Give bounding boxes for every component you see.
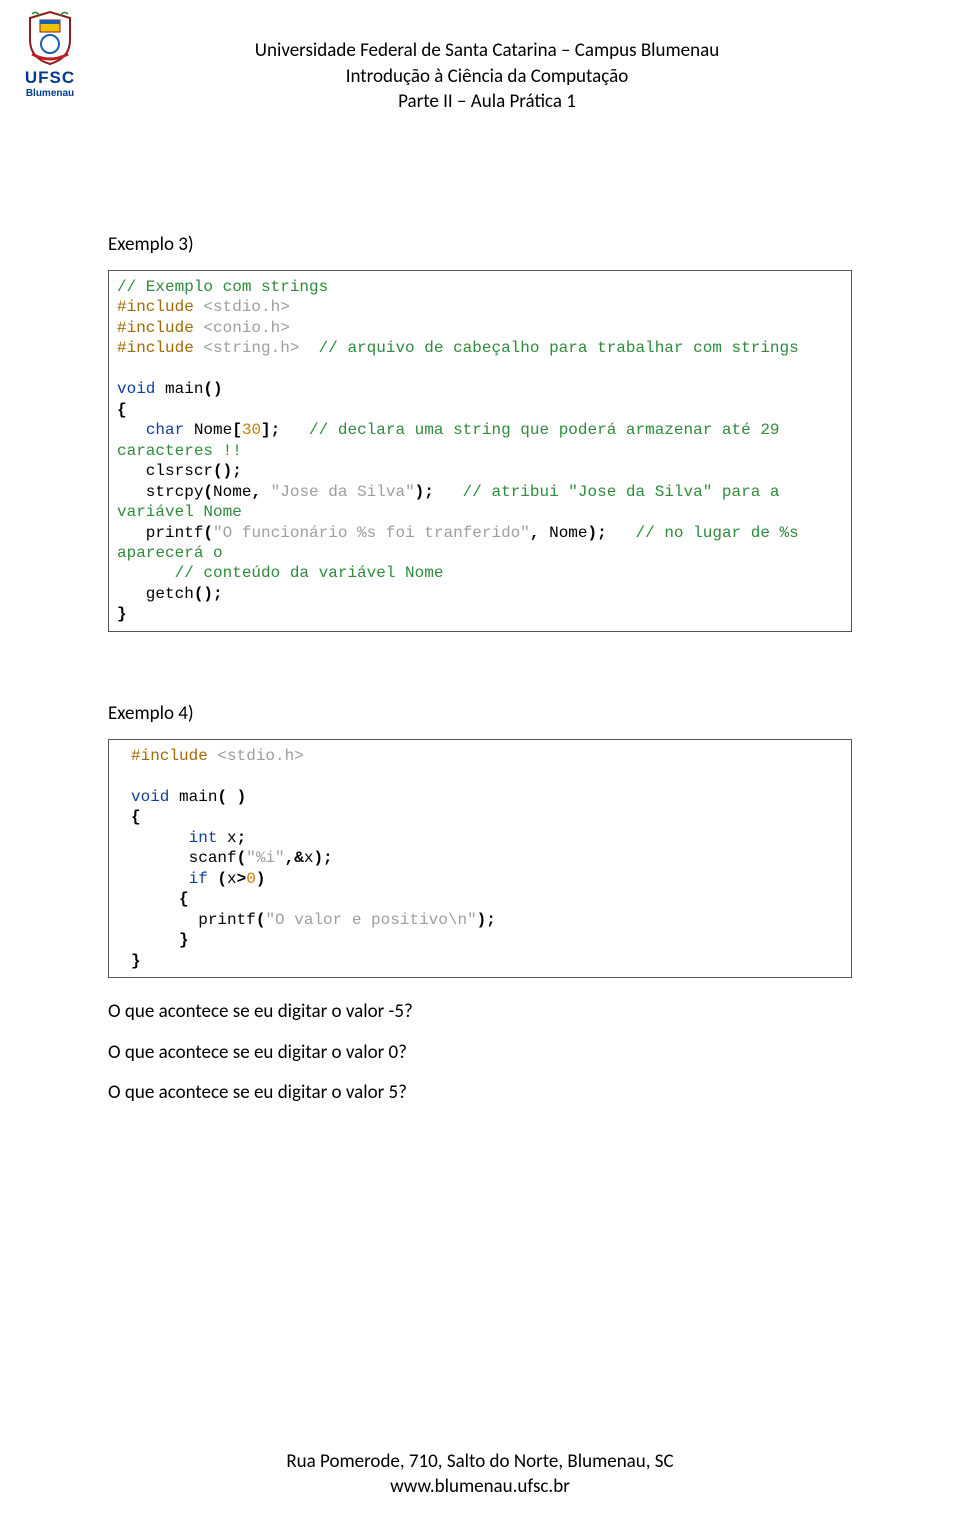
example3-label: Exemplo 3) [108, 233, 852, 256]
code-line: ( ) [217, 788, 246, 806]
code-line: ( [256, 911, 266, 929]
code-line: [ [232, 421, 242, 439]
header-line1: Universidade Federal de Santa Catarina –… [94, 38, 880, 64]
code-line: ) [256, 870, 266, 888]
code-line: // arquivo de cabeçalho para trabalhar c… [299, 339, 798, 357]
code-line: ); [588, 524, 607, 542]
code-line: main [169, 788, 217, 806]
code-line: // no lugar de %s [607, 524, 799, 542]
code-line: // declara uma string que poderá armazen… [280, 421, 779, 439]
code-box-3: // Exemplo com strings #include <stdio.h… [108, 270, 852, 632]
code-line: ); [477, 911, 496, 929]
code-line: <stdio.h> [217, 747, 303, 765]
code-line: Nome [213, 483, 251, 501]
code-line: printf [117, 524, 203, 542]
ufsc-text: UFSC [25, 68, 75, 88]
code-line: void [131, 788, 169, 806]
code-line: { [131, 808, 141, 826]
code-line: ,& [285, 849, 304, 867]
code-line: getch [117, 585, 194, 603]
code-line: x [217, 829, 236, 847]
footer-line2: www.blumenau.ufsc.br [0, 1474, 960, 1500]
code-line: ); [313, 849, 332, 867]
code-line: #include [117, 339, 203, 357]
code-line [117, 421, 146, 439]
code-line: ( [208, 870, 227, 888]
code-line: ( [203, 483, 213, 501]
code-box-4: #include <stdio.h> void main( ) { int x;… [108, 739, 852, 978]
code-line: #include [117, 298, 203, 316]
ufsc-logo: UFSC Blumenau [14, 10, 86, 99]
code-line: if [189, 870, 208, 888]
code-line: <string.h> [203, 339, 299, 357]
code-line: } [131, 952, 141, 970]
questions: O que acontece se eu digitar o valor -5?… [108, 1000, 852, 1106]
code-line: // Exemplo com strings [117, 278, 328, 296]
code-line: (); [194, 585, 223, 603]
question-1: O que acontece se eu digitar o valor -5? [108, 1000, 852, 1025]
code-line: ]; [261, 421, 280, 439]
code-line: <stdio.h> [203, 298, 289, 316]
code-line: (); [213, 462, 242, 480]
code-line: "O funcionário %s foi tranferido" [213, 524, 530, 542]
code-line: { [131, 890, 189, 908]
code-line: "Jose da Silva" [261, 483, 415, 501]
shield-icon [26, 10, 74, 66]
footer-line1: Rua Pomerode, 710, Salto do Norte, Blume… [0, 1449, 960, 1475]
code-line: caracteres !! [117, 442, 242, 460]
code-line: #include [131, 747, 217, 765]
code-line: } [131, 931, 189, 949]
code-line: () [203, 380, 222, 398]
code-line: <conio.h> [203, 319, 289, 337]
question-2: O que acontece se eu digitar o valor 0? [108, 1041, 852, 1066]
code-line: Nome [540, 524, 588, 542]
code-line: , [251, 483, 261, 501]
header-row: UFSC Blumenau Universidade Federal de Sa… [0, 0, 960, 115]
code-line: clsrscr [117, 462, 213, 480]
code-line: "O valor e positivo\n" [265, 911, 476, 929]
code-line: , [530, 524, 540, 542]
code-line: ( [237, 849, 247, 867]
code-line: "%i" [246, 849, 284, 867]
code-line: 0 [246, 870, 256, 888]
code-line: } [117, 605, 127, 623]
code-line: printf [131, 911, 256, 929]
code-line: x [304, 849, 314, 867]
code-line: variável Nome [117, 503, 242, 521]
code-line: x [227, 870, 237, 888]
code-line [131, 829, 189, 847]
code-line [131, 870, 189, 888]
code-line: #include [117, 319, 203, 337]
footer: Rua Pomerode, 710, Salto do Norte, Blume… [0, 1449, 960, 1500]
page: UFSC Blumenau Universidade Federal de Sa… [0, 0, 960, 1528]
header-line3: Parte II – Aula Prática 1 [94, 89, 880, 115]
code-line: { [117, 401, 127, 419]
code-line: main [155, 380, 203, 398]
code-line: // atribui "Jose da Silva" para a [434, 483, 780, 501]
header-line2: Introdução à Ciência da Computação [94, 64, 880, 90]
code-line: Nome [184, 421, 232, 439]
code-line: strcpy [117, 483, 203, 501]
example4-label: Exemplo 4) [108, 702, 852, 725]
code-line: void [117, 380, 155, 398]
content: Exemplo 3) // Exemplo com strings #inclu… [0, 233, 960, 1106]
code-line: 30 [242, 421, 261, 439]
code-line: > [237, 870, 247, 888]
code-line: char [146, 421, 184, 439]
code-line: ( [203, 524, 213, 542]
code-line: scanf [131, 849, 237, 867]
code-line: ); [415, 483, 434, 501]
code-line: // conteúdo da variável Nome [117, 564, 443, 582]
header-text: Universidade Federal de Santa Catarina –… [94, 10, 960, 115]
code-line: aparecerá o [117, 544, 223, 562]
blumenau-text: Blumenau [26, 88, 74, 99]
code-line: int [189, 829, 218, 847]
code-line: ; [237, 829, 247, 847]
question-3: O que acontece se eu digitar o valor 5? [108, 1081, 852, 1106]
